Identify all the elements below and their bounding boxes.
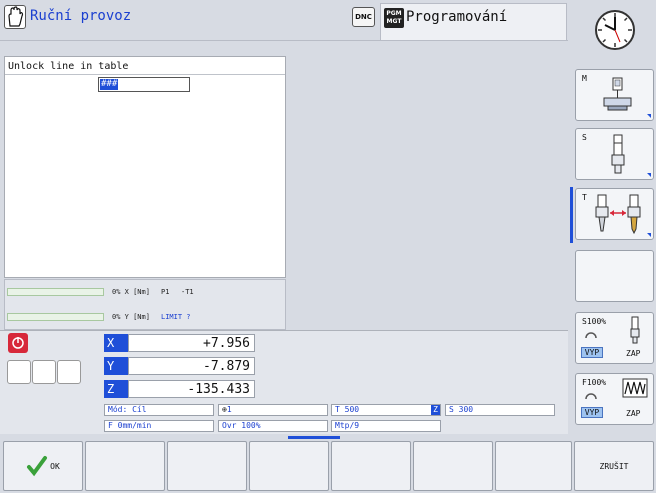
load-x-t1: -T1 bbox=[181, 288, 194, 296]
status-mtp: Mtp/9 bbox=[331, 420, 441, 432]
softkey-s-override-label: S100% bbox=[582, 317, 607, 326]
softkey-m-submenu-indicator bbox=[647, 114, 651, 118]
right-empty-area bbox=[287, 56, 568, 330]
softkey-s-zap: ZAP bbox=[626, 349, 641, 358]
load-bar-x bbox=[7, 288, 104, 296]
active-softkey-indicator bbox=[570, 187, 573, 243]
softkey-2[interactable] bbox=[85, 441, 165, 491]
load-bar-y bbox=[7, 313, 104, 321]
page-title: Ruční provoz bbox=[30, 8, 132, 24]
softkey-f-zap: ZAP bbox=[626, 409, 641, 418]
axis-y-value: -7.879 bbox=[128, 357, 255, 375]
override-dial-icon bbox=[585, 332, 597, 339]
feed-dial-icon bbox=[585, 393, 597, 400]
ok-button-label: OK bbox=[50, 461, 60, 471]
softkey-t-label: T bbox=[582, 193, 587, 202]
axis-y-label: Y bbox=[104, 357, 129, 375]
status-override: Ovr 100% bbox=[218, 420, 328, 432]
softkey-m-label: M bbox=[582, 74, 587, 83]
ok-button[interactable]: OK bbox=[3, 441, 83, 491]
pgm-mgt-icon[interactable]: PGM MGT bbox=[384, 8, 404, 28]
axis-z-label: Z bbox=[104, 380, 129, 398]
tab-programming-label: Programování bbox=[406, 9, 508, 25]
cancel-button[interactable]: ZRUŠIT bbox=[574, 441, 654, 491]
status-spindle: S 300 bbox=[445, 404, 555, 416]
dialog-title: Unlock line in table bbox=[8, 61, 129, 72]
axis-x-label: X bbox=[104, 334, 129, 352]
axis-z-value: -135.433 bbox=[128, 380, 255, 398]
softkey-s-label: S bbox=[582, 133, 587, 142]
softkey-s-vyp: VYP bbox=[581, 347, 603, 358]
softkey-f-vyp: VYP bbox=[581, 407, 603, 418]
softkey-3[interactable] bbox=[167, 441, 247, 491]
status-tool-axis: Z bbox=[431, 405, 440, 415]
status-tool: T 500 Z bbox=[331, 404, 441, 416]
tool-change-icon bbox=[595, 194, 641, 235]
spindle-small-icon bbox=[630, 316, 640, 344]
status-tool-count-value: 1 bbox=[226, 405, 232, 414]
load-y-text: 0% Y [Nm] bbox=[112, 313, 150, 321]
pgm-label: PGM bbox=[386, 10, 402, 17]
status-mode: Mód: Cíl bbox=[104, 404, 214, 416]
spindle-icon bbox=[611, 134, 625, 174]
softkey-s-submenu-indicator bbox=[647, 173, 651, 177]
dialog-input-value: ### bbox=[100, 79, 119, 90]
softkey-4[interactable] bbox=[249, 441, 329, 491]
status-button-1[interactable] bbox=[7, 360, 31, 384]
softkey-7[interactable] bbox=[495, 441, 572, 491]
softkey-t-tool[interactable]: T bbox=[575, 188, 654, 240]
status-button-3[interactable] bbox=[57, 360, 81, 384]
status-tool-value: T 500 bbox=[335, 405, 360, 414]
load-x-text: 0% X [Nm] bbox=[112, 288, 150, 296]
emergency-stop-icon bbox=[8, 333, 28, 353]
machine-icon bbox=[603, 77, 632, 111]
status-feed: F 0mm/min bbox=[104, 420, 214, 432]
softkey-f-override-label: F100% bbox=[582, 378, 607, 387]
manual-mode-hand-icon bbox=[4, 5, 26, 29]
load-monitor: 0% X [Nm] P1 -T1 0% Y [Nm] LIMIT ? bbox=[4, 279, 286, 330]
checkmark-icon bbox=[27, 456, 48, 477]
clock-icon bbox=[575, 2, 655, 58]
softkey-s-override[interactable]: S100% VYP ZAP bbox=[575, 312, 654, 364]
softkey-6[interactable] bbox=[413, 441, 493, 491]
status-tool-count: ⊕1 bbox=[218, 404, 328, 416]
header-divider bbox=[0, 40, 568, 41]
position-display bbox=[0, 330, 568, 434]
load-y-limit: LIMIT ? bbox=[161, 313, 191, 321]
softkey-page-indicator bbox=[288, 436, 340, 439]
axis-x-value: +7.956 bbox=[128, 334, 255, 352]
softkey-m-function[interactable]: M bbox=[575, 69, 654, 121]
mgt-label: MGT bbox=[386, 18, 402, 25]
softkey-s-spindle[interactable]: S bbox=[575, 128, 654, 180]
status-button-2[interactable] bbox=[32, 360, 56, 384]
softkey-t-submenu-indicator bbox=[647, 233, 651, 237]
dialog-title-divider bbox=[5, 74, 285, 75]
softkey-empty-side[interactable] bbox=[575, 250, 654, 302]
softkey-5[interactable] bbox=[331, 441, 411, 491]
softkey-f-override[interactable]: F100% VYP ZAP bbox=[575, 373, 654, 425]
dnc-button[interactable]: DNC bbox=[352, 7, 375, 27]
load-x-p1: P1 bbox=[161, 288, 170, 296]
dialog-input-field[interactable]: ### bbox=[98, 77, 190, 92]
feed-wave-icon bbox=[622, 378, 648, 398]
